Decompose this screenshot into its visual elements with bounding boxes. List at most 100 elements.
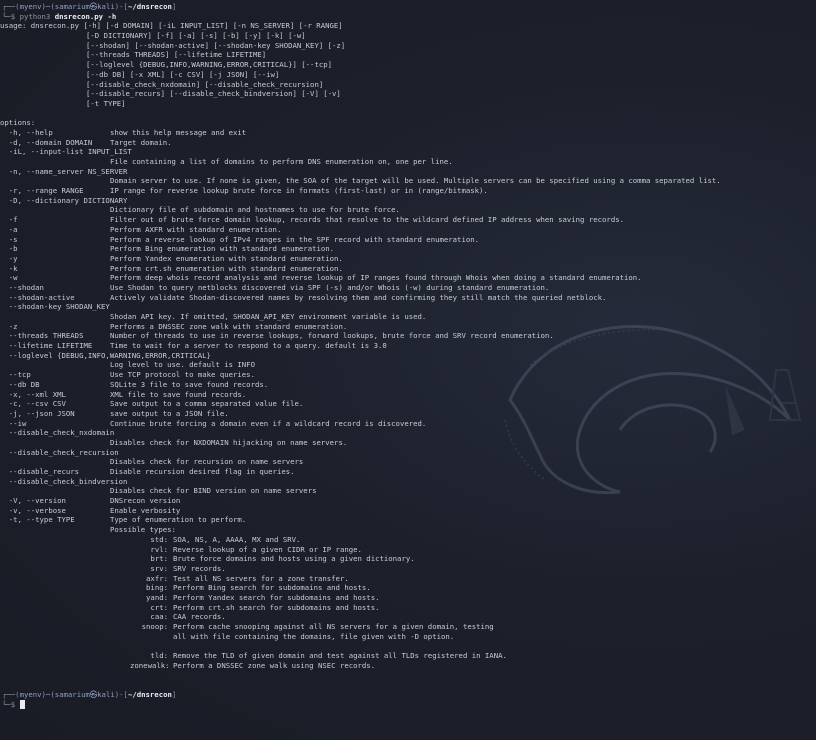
output-line: --disable_check_nxdomain — [0, 428, 816, 438]
output-line: -x, --xml XML XML file to save found reco… — [0, 390, 816, 400]
option-description: [--shodan] [--shodan-active] [--shodan-k… — [86, 40, 346, 50]
output-line: [--loglevel {DEBUG,INFO,WARNING,ERROR,CR… — [0, 60, 816, 70]
output-line: --disable_check_recursion — [0, 448, 816, 458]
output-line: yand: Perform Yandex search for subdomain… — [0, 593, 816, 603]
output-line: Domain server to use. If none is given, … — [0, 176, 816, 186]
option-description: Disables check for recursion on name ser… — [110, 457, 304, 467]
output-line: Disables check for NXDOMAIN hijacking on… — [0, 438, 816, 448]
option-flag: options: — [0, 118, 36, 128]
type-description: SRV records. — [173, 563, 226, 573]
output-line: -d, --domain DOMAIN Target domain. — [0, 138, 816, 148]
option-flag: --iw — [0, 418, 27, 428]
option-description: Filter out of brute force domain lookup,… — [110, 215, 624, 225]
prompt-mid: )-[ — [114, 2, 128, 11]
output-line: [-t TYPE] — [0, 99, 816, 109]
option-flag: --shodan — [0, 282, 44, 292]
option-description: Performs a DNSSEC zone walk with standar… — [110, 321, 348, 331]
terminal-window[interactable]: ┌──(myenv)─(samarium㉿kali)-[~/dnsrecon] … — [0, 0, 816, 740]
option-flag: -a — [0, 224, 18, 234]
type-key: snoop: — [141, 622, 168, 631]
command-interpreter: python3 — [19, 11, 55, 21]
prompt-line-1: ┌──(myenv)─(samarium㉿kali)-[~/dnsrecon] — [0, 2, 816, 12]
type-key: caa: — [150, 612, 168, 622]
option-flag: --shodan-key SHODAN_KEY — [0, 302, 110, 312]
output-line: --shodan Use Shodan to query netblocks di… — [0, 283, 816, 293]
type-description: all with file containing the domains, fi… — [173, 631, 455, 641]
option-description: DNSrecon version — [110, 496, 181, 506]
output-line: File containing a list of domains to per… — [0, 157, 816, 167]
option-description: File containing a list of domains to per… — [110, 157, 453, 166]
option-flag: -iL, --input-list INPUT_LIST — [0, 147, 132, 157]
type-description: Remove the TLD of given domain and test … — [173, 651, 507, 661]
option-flag: -v, --verbose — [0, 505, 66, 515]
option-description: Continue brute forcing a domain even if … — [110, 418, 427, 428]
output-line: brt: Brute force domains and hosts using … — [0, 554, 816, 564]
option-flag: --tcp — [0, 370, 31, 380]
prompt-context: myenv)─(samarium㉿kali — [19, 2, 115, 11]
prompt-line-final-1: ┌──(myenv)─(samarium㉿kali)-[~/dnsrecon] — [0, 690, 816, 700]
option-description: Target domain. — [110, 137, 172, 147]
option-flag: -s — [0, 234, 18, 244]
option-flag: -c, --csv CSV — [0, 399, 66, 409]
option-description: [--db DB] [-x XML] [-c CSV] [-j JSON] [-… — [86, 69, 280, 79]
option-description: Number of threads to use in reverse look… — [110, 331, 554, 341]
option-description: Disable recursion desired flag in querie… — [110, 467, 295, 476]
option-flag: --lifetime LIFETIME — [0, 341, 93, 351]
option-flag: -k — [0, 263, 18, 273]
option-description: Perform AXFR with standard enumeration. — [110, 224, 282, 234]
output-line: Dictionary file of subdomain and hostnam… — [0, 205, 816, 215]
type-key: bing: — [146, 583, 168, 593]
output-line: --disable_check_bindversion — [0, 477, 816, 487]
option-flag: --loglevel {DEBUG,INFO,WARNING,ERROR,CRI… — [0, 350, 211, 360]
output-line: --loglevel {DEBUG,INFO,WARNING,ERROR,CRI… — [0, 351, 816, 361]
output-line: tld: Remove the TLD of given domain and t… — [0, 651, 816, 661]
output-line: [--threads THREADS] [--lifetime LIFETIME… — [0, 50, 816, 60]
output-line: Log level to use. default is INFO — [0, 360, 816, 370]
output-line: std: SOA, NS, A, AAAA, MX and SRV. — [0, 535, 816, 545]
output-line: -c, --csv CSV Save output to a comma sepa… — [0, 399, 816, 409]
option-flag: --db DB — [0, 379, 40, 389]
output-line: [--shodan] [--shodan-active] [--shodan-k… — [0, 41, 816, 51]
prompt-mid: )-[ — [114, 689, 128, 699]
option-description: [--disable_recurs] [--disable_check_bind… — [86, 89, 341, 99]
option-flag: -n, --name_server NS_SERVER — [0, 166, 128, 176]
output-line: bing: Perform Bing search for subdomains … — [0, 583, 816, 593]
option-flag: -y — [0, 253, 18, 263]
option-description: [-t TYPE] — [86, 98, 126, 108]
option-description: Perform Bing enumeration with standard e… — [110, 244, 335, 254]
type-key: yand: — [146, 592, 168, 602]
output-line: --shodan-active Actively validate Shodan-… — [0, 293, 816, 303]
prompt-suffix: ] — [171, 2, 177, 11]
output-line: axfr: Test all NS servers for a zone tran… — [0, 574, 816, 584]
type-description: Reverse lookup of a given CIDR or IP ran… — [173, 544, 362, 554]
type-key: crt: — [150, 602, 168, 612]
type-description: Perform Yandex search for subdomains and… — [173, 592, 380, 602]
output-line: -z Performs a DNSSEC zone walk with stand… — [0, 322, 816, 332]
prompt-line-final-2[interactable]: └─$ — [0, 699, 816, 710]
prompt-line-2: └─$ python3 dnsrecon.py -h — [0, 12, 816, 22]
option-flag: --disable_check_bindversion — [0, 476, 128, 486]
text-cursor — [19, 699, 25, 709]
output-line: --threads THREADS Number of threads to us… — [0, 331, 816, 341]
option-description: Enable verbosity — [110, 505, 181, 515]
output-line: -s Perform a reverse lookup of IPv4 range… — [0, 235, 816, 245]
output-line: Possible types: — [0, 525, 816, 535]
option-description: Type of enumeration to perform. — [110, 515, 247, 525]
type-description: Brute force domains and hosts using a gi… — [173, 554, 415, 564]
option-description: Dictionary file of subdomain and hostnam… — [110, 205, 400, 215]
command-text: dnsrecon.py -h — [54, 11, 117, 21]
output-line: [--db DB] [-x XML] [-c CSV] [-j JSON] [-… — [0, 70, 816, 80]
option-description: IP range for reverse lookup brute force … — [110, 186, 488, 196]
output-line: Shodan API key. If omitted, SHODAN_API_K… — [0, 312, 816, 322]
type-key: rvl: — [150, 544, 168, 554]
option-description: Shodan API key. If omitted, SHODAN_API_K… — [110, 312, 427, 321]
type-key: axfr: — [146, 573, 168, 583]
option-description: [--loglevel {DEBUG,INFO,WARNING,ERROR,CR… — [86, 60, 333, 70]
option-flag: -b — [0, 244, 18, 254]
type-description: Perform cache snooping against all NS se… — [173, 622, 494, 631]
option-description: save output to a JSON file. — [110, 408, 229, 418]
type-description: SOA, NS, A, AAAA, MX and SRV. — [173, 534, 301, 544]
type-key: std: — [150, 534, 168, 544]
output-line: usage: dnsrecon.py [-h] [-d DOMAIN] [-iL… — [0, 21, 816, 31]
